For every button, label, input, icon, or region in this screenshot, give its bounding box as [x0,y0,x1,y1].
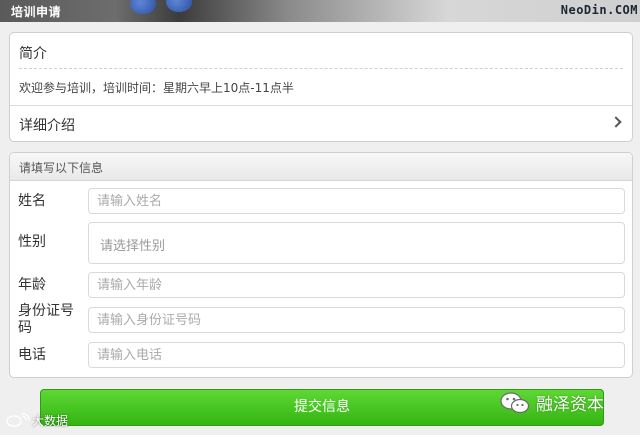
gender-placeholder: 请选择性别 [100,239,166,254]
age-input[interactable] [88,272,625,298]
id-number-input[interactable] [88,307,625,333]
header-watermark: NeoDin.COM [560,3,638,17]
wechat-watermark-text: 融泽资本 [536,395,604,415]
detail-link[interactable]: 详细介绍 [10,106,632,142]
age-label: 年龄 [18,277,46,293]
intro-card: 简介 欢迎参与培训，培训时间：星期六早上10点-11点半 详细介绍 [9,32,633,142]
divider [19,68,623,69]
gender-select[interactable]: 请选择性别 [88,222,625,264]
header-bar: 培训申请 NeoDin.COM [0,0,640,22]
weibo-icon [6,413,30,427]
intro-title: 简介 [19,46,47,62]
gender-label: 性别 [18,234,46,250]
header-decoration [130,0,156,14]
name-input[interactable] [88,188,625,214]
intro-text: 欢迎参与培训，培训时间：星期六早上10点-11点半 [19,81,294,95]
form-section-title: 请填写以下信息 [19,161,104,175]
name-label: 姓名 [18,193,46,209]
phone-label: 电话 [18,347,46,363]
form-card: 请填写以下信息 姓名 性别 请选择性别 年龄 身份证号码 电话 [9,152,633,378]
id-number-label: 身份证号码 [18,303,74,336]
wechat-icon [500,392,530,414]
form-section-header: 请填写以下信息 [10,153,632,181]
page-title: 培训申请 [11,5,62,19]
chevron-right-icon [610,116,622,128]
weibo-watermark-text: 大数据 [32,414,69,428]
detail-label: 详细介绍 [19,118,75,134]
phone-input[interactable] [88,342,625,368]
header-decoration [166,0,192,12]
